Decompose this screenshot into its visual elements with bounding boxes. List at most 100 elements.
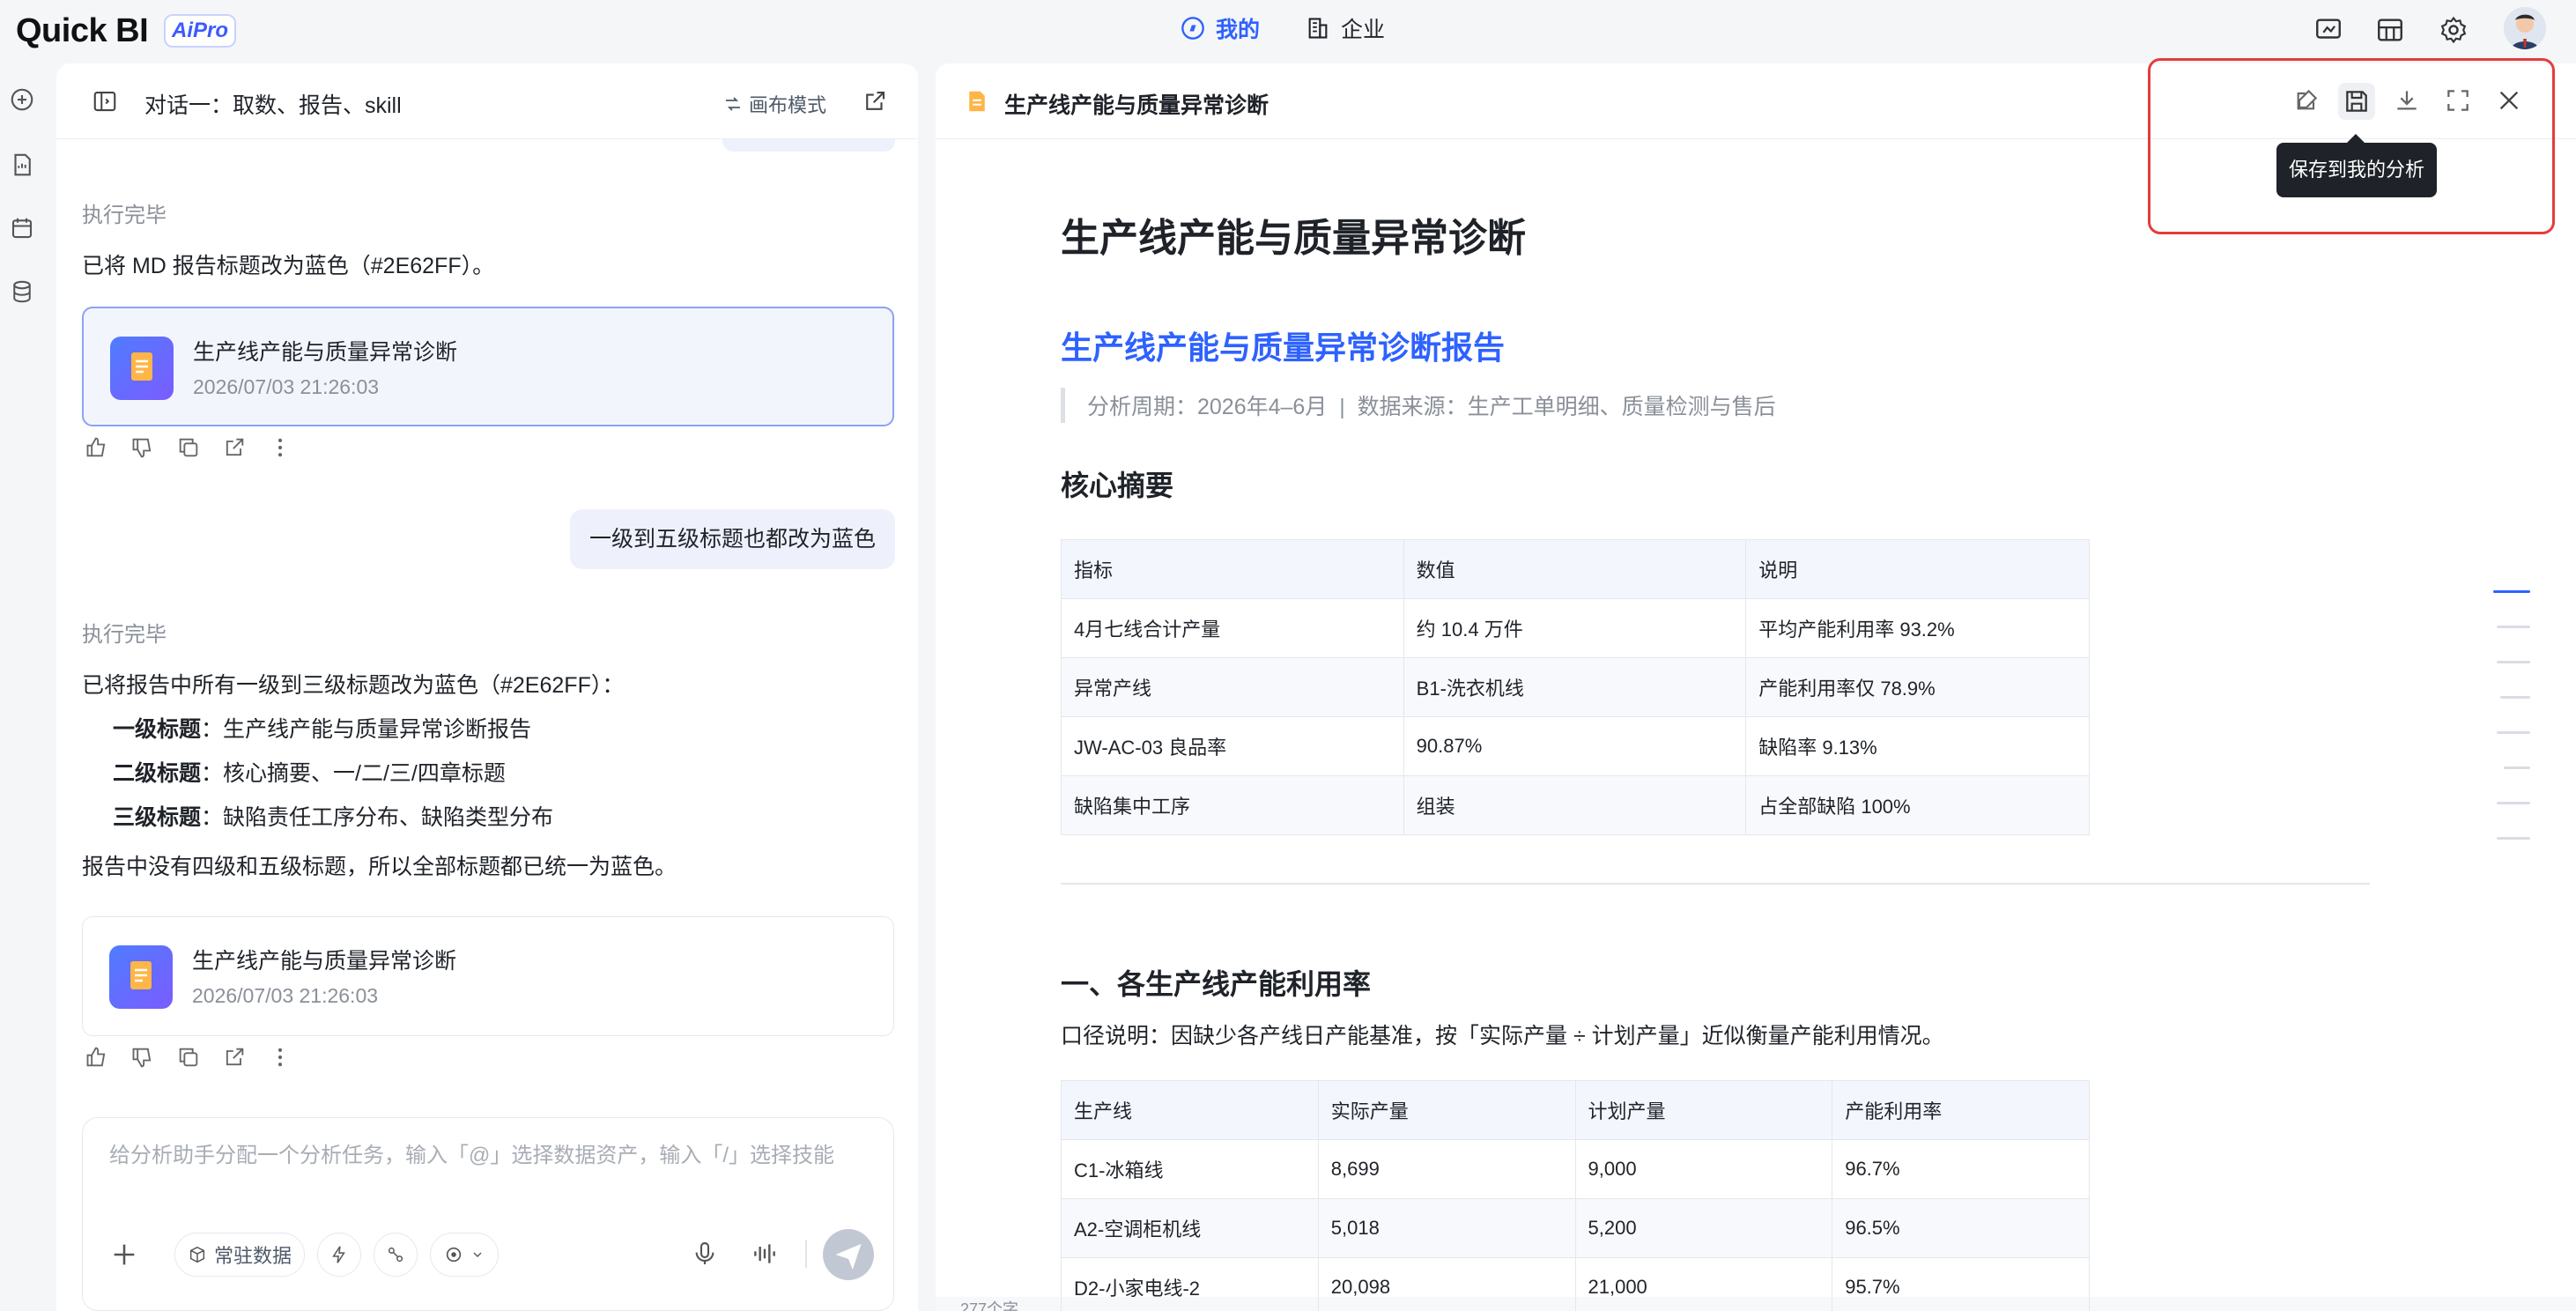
canvas-mode-label: 画布模式	[749, 94, 827, 116]
report-card-title: 生产线产能与质量异常诊断	[193, 340, 458, 365]
table-cell: 20,098	[1317, 1257, 1576, 1311]
previous-user-bubble	[722, 139, 895, 152]
nav-tab-enterprise[interactable]: 企业	[1306, 12, 1385, 44]
compass-icon	[1181, 17, 1204, 40]
model-select[interactable]	[430, 1233, 499, 1277]
toc-item[interactable]	[2497, 802, 2530, 804]
status-label: 执行完毕	[82, 623, 167, 647]
table-cell: 缺陷率 9.13%	[1745, 716, 2090, 776]
user-avatar[interactable]	[2504, 7, 2546, 49]
chat-title: 对话一：取数、报告、skill	[144, 93, 402, 118]
microphone-icon[interactable]	[691, 1240, 719, 1268]
copy-icon[interactable]	[176, 435, 201, 460]
send-icon	[835, 1243, 862, 1270]
toc-item[interactable]	[2497, 661, 2530, 663]
canvas-mode-button[interactable]: 画布模式	[722, 90, 826, 118]
bullet-item: 一级标题：生产线产能与质量异常诊断报告	[113, 717, 532, 742]
caliber-note: 口径说明：因缺少各产线日产能基准，按「实际产量 ÷ 计划产量」近似衡量产能利用情…	[1061, 1024, 1944, 1048]
app-logo[interactable]: Quick BI	[16, 12, 149, 50]
open-external-icon[interactable]	[862, 88, 888, 115]
skill-chip[interactable]	[374, 1233, 418, 1277]
report-card[interactable]: 生产线产能与质量异常诊断 2026/07/03 21:26:03	[82, 916, 894, 1036]
table-cell: 异常产线	[1061, 657, 1404, 717]
nav-tab-mine[interactable]: 我的	[1181, 12, 1260, 44]
new-chat-icon[interactable]	[9, 86, 35, 113]
send-button[interactable]	[823, 1229, 874, 1280]
table-header-row: 指标 数值 说明	[1061, 539, 2090, 599]
table-cell: 占全部缺陷 100%	[1745, 775, 2090, 835]
bullet-item: 二级标题：核心摘要、一/二/三/四章标题	[113, 761, 506, 786]
toc-item[interactable]	[2497, 626, 2530, 628]
report-file-icon	[964, 88, 990, 115]
thumbs-down-icon[interactable]	[130, 1045, 155, 1070]
table-cell: D2-小家电线-2	[1061, 1257, 1319, 1311]
table-cell: B1-洗衣机线	[1403, 657, 1747, 717]
aipro-badge: AiPro	[164, 14, 236, 48]
table-row: 4月七线合计产量 约 10.4 万件 平均产能利用率 93.2%	[1061, 598, 2090, 658]
word-count: 277个字	[960, 1300, 1019, 1311]
dashboard-icon[interactable]	[2313, 15, 2343, 45]
table-cell: 平均产能利用率 93.2%	[1745, 598, 2090, 658]
assistant-message: 报告中没有四级和五级标题，所以全部标题都已统一为蓝色。	[82, 855, 677, 879]
toc-item[interactable]	[2497, 837, 2530, 840]
resident-data-chip[interactable]: 常驻数据	[174, 1233, 305, 1277]
voice-wave-icon[interactable]	[751, 1240, 779, 1268]
table-cell: C1-冰箱线	[1061, 1139, 1319, 1199]
table-header-cell: 产能利用率	[1832, 1080, 2090, 1140]
highlight-box	[2148, 58, 2555, 234]
table-cell: 缺陷集中工序	[1061, 775, 1404, 835]
table-cell: 约 10.4 万件	[1403, 598, 1747, 658]
thumbs-down-icon[interactable]	[130, 435, 155, 460]
more-icon[interactable]	[268, 435, 292, 460]
horizontal-rule	[1061, 883, 2370, 885]
thumbs-up-icon[interactable]	[85, 435, 109, 460]
heading-level-1: 生产线产能与质量异常诊断报告	[1061, 330, 1506, 366]
heading-summary: 核心摘要	[1061, 470, 1174, 501]
copy-icon[interactable]	[176, 1045, 201, 1070]
assistant-message: 已将 MD 报告标题改为蓝色（#2E62FF）。	[82, 254, 495, 278]
add-icon[interactable]	[109, 1240, 139, 1270]
cube-icon	[189, 1246, 205, 1263]
chat-header: 对话一：取数、报告、skill 画布模式	[56, 63, 918, 139]
database-icon[interactable]	[9, 278, 35, 305]
nav-tab-enterprise-label: 企业	[1341, 18, 1386, 42]
toc-item[interactable]	[2500, 696, 2530, 699]
resident-data-label: 常驻数据	[213, 1245, 292, 1267]
more-icon[interactable]	[268, 1045, 292, 1070]
divider	[805, 1240, 807, 1268]
table-header-row: 生产线 实际产量 计划产量 产能利用率	[1061, 1080, 2090, 1140]
report-card[interactable]: 生产线产能与质量异常诊断 2026/07/03 21:26:03	[82, 307, 894, 426]
thumbs-up-icon[interactable]	[85, 1045, 109, 1070]
report-meta: 分析周期：2026年4–6月 | 数据来源：生产工单明细、质量检测与售后	[1087, 395, 1776, 419]
table-cell: 95.7%	[1832, 1257, 2090, 1311]
table-row: C1-冰箱线 8,699 9,000 96.7%	[1061, 1139, 2090, 1199]
table-header-cell: 计划产量	[1574, 1080, 1833, 1140]
table-cell: 21,000	[1574, 1257, 1833, 1311]
table-cell: 组装	[1403, 775, 1747, 835]
table-header-cell: 数值	[1403, 539, 1747, 599]
toc-item[interactable]	[2504, 767, 2530, 769]
quote-bar	[1061, 388, 1065, 423]
lightning-icon	[332, 1246, 345, 1263]
share-icon[interactable]	[222, 1045, 247, 1070]
share-icon[interactable]	[222, 435, 247, 460]
table-cell: 90.87%	[1403, 716, 1747, 776]
report-card-date: 2026/07/03 21:26:03	[193, 375, 380, 398]
table-icon[interactable]	[2375, 15, 2405, 45]
table-row: 异常产线 B1-洗衣机线 产能利用率仅 78.9%	[1061, 657, 2090, 717]
toc-item-active[interactable]	[2493, 590, 2530, 593]
gear-icon[interactable]	[2439, 15, 2469, 45]
calendar-icon[interactable]	[9, 215, 35, 241]
toc-item[interactable]	[2497, 731, 2530, 734]
table-header-cell: 实际产量	[1317, 1080, 1576, 1140]
user-message: 一级到五级标题也都改为蓝色	[569, 509, 895, 569]
report-file-icon[interactable]	[9, 152, 35, 178]
report-panel: 生产线产能与质量异常诊断 277个字 生产线产能与质量异常诊断 生产线产能与质量…	[936, 63, 2576, 1311]
table-row: A2-空调柜机线 5,018 5,200 96.5%	[1061, 1198, 2090, 1258]
lightning-chip[interactable]	[317, 1233, 361, 1277]
table-cell: 9,000	[1574, 1139, 1833, 1199]
chat-input[interactable]: 给分析助手分配一个分析任务，输入「@」选择数据资产，输入「/」选择技能	[109, 1137, 834, 1168]
top-bar: Quick BI AiPro 我的 企业	[0, 0, 2576, 58]
table-row: JW-AC-03 良品率 90.87% 缺陷率 9.13%	[1061, 716, 2090, 776]
sidebar-toggle-icon[interactable]	[92, 88, 118, 115]
